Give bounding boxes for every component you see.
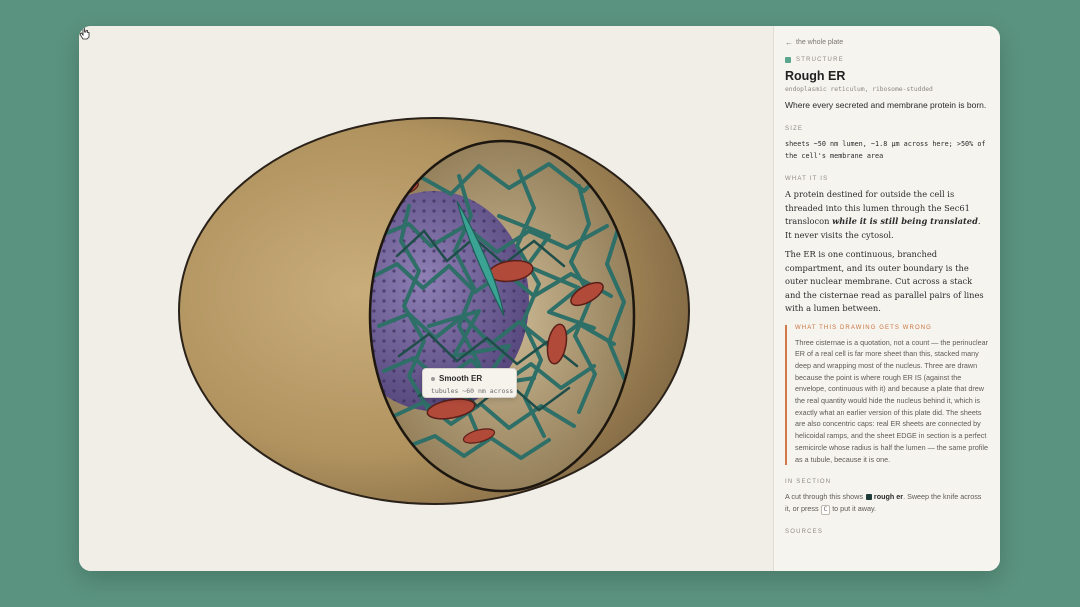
structure-lead: Where every secreted and membrane protei…	[785, 100, 987, 110]
what-it-is-para-1: A protein destined for outside the cell …	[785, 189, 981, 240]
what-it-is-para-2: The ER is one continuous, branched compa…	[785, 249, 984, 313]
tooltip-title: Smooth ER	[439, 374, 483, 383]
structure-eyebrow: STRUCTURE	[785, 57, 988, 63]
size-label: SIZE	[785, 126, 804, 132]
caveat-text: Three cisternae is a quotation, not a co…	[795, 337, 988, 464]
tooltip-subtitle: tubules ~60 nm across	[431, 387, 514, 395]
cell-viewer[interactable]: Smooth ER tubules ~60 nm across	[79, 26, 773, 571]
cell-illustration[interactable]	[79, 26, 773, 571]
in-section-text: A cut through this shows rough er. Sweep…	[785, 492, 982, 515]
structure-subtitle: endoplasmic reticulum, ribosome-studded	[785, 86, 933, 93]
app-window: Smooth ER tubules ~60 nm across ← the wh…	[79, 26, 1000, 571]
structure-title: Rough ER	[785, 69, 846, 83]
in-section-label: IN SECTION	[785, 479, 832, 486]
caveat-label: WHAT THIS DRAWING GETS WRONG	[795, 324, 932, 331]
info-panel: ← the whole plate STRUCTURE Rough ER end…	[773, 26, 1000, 571]
structure-marker-icon	[785, 57, 791, 63]
drawing-caveat: WHAT THIS DRAWING GETS WRONG Three ciste…	[785, 324, 988, 466]
size-text: sheets ~50 nm lumen, ~1.8 µm across here…	[785, 140, 986, 160]
sources-label: SOURCES	[785, 528, 824, 535]
tooltip-dot-icon	[431, 376, 435, 381]
back-to-plate-link[interactable]: ← the whole plate	[785, 38, 988, 47]
rough-er-swatch-icon	[865, 493, 872, 500]
structure-tooltip: Smooth ER tubules ~60 nm across	[422, 368, 517, 398]
hand-cursor-icon	[79, 26, 90, 40]
what-it-is-label: WHAT IT IS	[785, 176, 829, 182]
arrow-left-icon: ←	[785, 38, 793, 47]
key-c-button[interactable]: C	[820, 504, 831, 515]
